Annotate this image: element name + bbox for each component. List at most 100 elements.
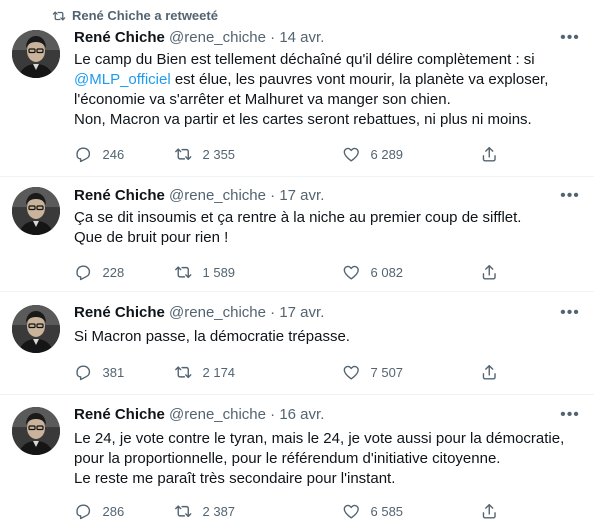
reply-count: 228 <box>102 264 125 280</box>
share-button[interactable] <box>480 362 499 382</box>
separator-dot: · <box>270 406 276 423</box>
more-icon[interactable]: ••• <box>560 28 580 48</box>
tweet-text: Si Macron passe, la démocratie trépasse. <box>74 327 574 347</box>
separator-dot: · <box>270 304 276 321</box>
share-button[interactable] <box>480 501 499 521</box>
tweet-header: René Chiche @rene_chiche · 17 avr. <box>74 303 324 323</box>
share-button[interactable] <box>480 262 499 282</box>
share-button[interactable] <box>480 144 499 164</box>
share-icon <box>480 145 499 164</box>
share-icon <box>480 502 499 521</box>
tweet-text-line: Si Macron passe, la démocratie trépasse. <box>74 328 350 345</box>
avatar-image <box>12 30 60 78</box>
retweet-icon <box>174 363 193 382</box>
author-handle[interactable]: @rene_chiche <box>169 187 266 204</box>
retweet-count: 2 355 <box>202 146 236 162</box>
heart-icon <box>342 145 361 164</box>
reply-button[interactable]: 286 <box>74 501 124 521</box>
separator-dot: · <box>270 187 276 204</box>
tweet-actions: 381 2 174 7 507 <box>74 362 504 382</box>
reply-icon <box>74 363 93 382</box>
tweet-text-line: Non, Macron va partir et les cartes sero… <box>74 111 532 128</box>
avatar-image <box>12 305 60 353</box>
more-icon[interactable]: ••• <box>560 405 580 425</box>
tweet-date[interactable]: 16 avr. <box>279 406 324 423</box>
tweet-text-line: Le reste me paraît très secondaire pour … <box>74 470 396 487</box>
author-handle[interactable]: @rene_chiche <box>169 304 266 321</box>
like-count: 6 585 <box>370 503 404 519</box>
retweet-count: 1 589 <box>202 264 236 280</box>
avatar[interactable] <box>12 305 60 353</box>
author-handle[interactable]: @rene_chiche <box>169 29 266 46</box>
tweet-1[interactable]: René Chiche a retweeté René Chiche @rene… <box>0 0 594 177</box>
tweet-header: René Chiche @rene_chiche · 17 avr. <box>74 186 324 206</box>
tweet-text-line: Que de bruit pour rien ! <box>74 229 229 246</box>
tweet-text-line: Le camp du Bien est tellement déchaîné q… <box>74 51 535 68</box>
heart-icon <box>342 363 361 382</box>
tweet-text-line: Le 24, je vote contre le tyran, mais le … <box>74 430 565 447</box>
tweet-text-fragment: est élue, les pauvres vont mourir, la pl… <box>170 71 549 88</box>
mention-link[interactable]: @MLP_officiel <box>74 71 171 88</box>
avatar[interactable] <box>12 187 60 235</box>
tweet-2[interactable]: René Chiche @rene_chiche · 17 avr. ••• Ç… <box>0 177 594 292</box>
reply-count: 286 <box>102 503 125 519</box>
tweet-header: René Chiche @rene_chiche · 14 avr. <box>74 28 324 48</box>
reply-button[interactable]: 228 <box>74 262 124 282</box>
like-button[interactable]: 7 507 <box>342 362 403 382</box>
share-icon <box>480 263 499 282</box>
tweet-text-line: pour la proportionnelle, pour le référen… <box>74 450 501 467</box>
tweet-actions: 286 2 387 6 585 <box>74 501 504 521</box>
tweet-4[interactable]: René Chiche @rene_chiche · 16 avr. ••• L… <box>0 395 594 530</box>
reply-icon <box>74 263 93 282</box>
tweet-header: René Chiche @rene_chiche · 16 avr. <box>74 405 324 425</box>
retweet-count: 2 387 <box>202 503 236 519</box>
like-button[interactable]: 6 082 <box>342 262 403 282</box>
retweet-icon <box>174 263 193 282</box>
tweet-actions: 246 2 355 6 289 <box>74 144 504 164</box>
avatar[interactable] <box>12 407 60 455</box>
retweet-banner-label: René Chiche a retweeté <box>72 8 218 23</box>
avatar[interactable] <box>12 30 60 78</box>
avatar-image <box>12 407 60 455</box>
retweet-icon <box>174 502 193 521</box>
heart-icon <box>342 263 361 282</box>
author-name[interactable]: René Chiche <box>74 406 165 423</box>
tweet-text: Le 24, je vote contre le tyran, mais le … <box>74 429 574 489</box>
like-button[interactable]: 6 289 <box>342 144 403 164</box>
share-icon <box>480 363 499 382</box>
author-handle[interactable]: @rene_chiche <box>169 406 266 423</box>
tweet-date[interactable]: 14 avr. <box>279 29 324 46</box>
like-count: 6 289 <box>370 146 404 162</box>
retweet-icon <box>174 145 193 164</box>
separator-dot: · <box>270 29 276 46</box>
retweet-button[interactable]: 1 589 <box>174 262 235 282</box>
reply-count: 246 <box>102 146 125 162</box>
tweet-date[interactable]: 17 avr. <box>279 304 324 321</box>
heart-icon <box>342 502 361 521</box>
more-icon[interactable]: ••• <box>560 186 580 206</box>
tweet-text: Le camp du Bien est tellement déchaîné q… <box>74 50 574 130</box>
retweet-button[interactable]: 2 174 <box>174 362 235 382</box>
retweet-banner[interactable]: René Chiche a retweeté <box>52 8 218 23</box>
reply-icon <box>74 502 93 521</box>
like-count: 7 507 <box>370 364 404 380</box>
retweet-count: 2 174 <box>202 364 236 380</box>
tweet-3[interactable]: René Chiche @rene_chiche · 17 avr. ••• S… <box>0 292 594 395</box>
retweet-button[interactable]: 2 387 <box>174 501 235 521</box>
like-button[interactable]: 6 585 <box>342 501 403 521</box>
tweet-actions: 228 1 589 6 082 <box>74 262 504 282</box>
retweet-icon <box>52 9 66 23</box>
author-name[interactable]: René Chiche <box>74 304 165 321</box>
retweet-button[interactable]: 2 355 <box>174 144 235 164</box>
reply-button[interactable]: 381 <box>74 362 124 382</box>
tweet-date[interactable]: 17 avr. <box>279 187 324 204</box>
tweet-text-line: l'économie va s'arrêter et Malhuret va m… <box>74 91 451 108</box>
tweet-text-line: Ça se dit insoumis et ça rentre à la nic… <box>74 209 522 226</box>
reply-icon <box>74 145 93 164</box>
like-count: 6 082 <box>370 264 404 280</box>
tweet-text-line: @MLP_officiel est élue, les pauvres vont… <box>74 70 574 90</box>
more-icon[interactable]: ••• <box>560 303 580 323</box>
author-name[interactable]: René Chiche <box>74 187 165 204</box>
reply-button[interactable]: 246 <box>74 144 124 164</box>
author-name[interactable]: René Chiche <box>74 29 165 46</box>
